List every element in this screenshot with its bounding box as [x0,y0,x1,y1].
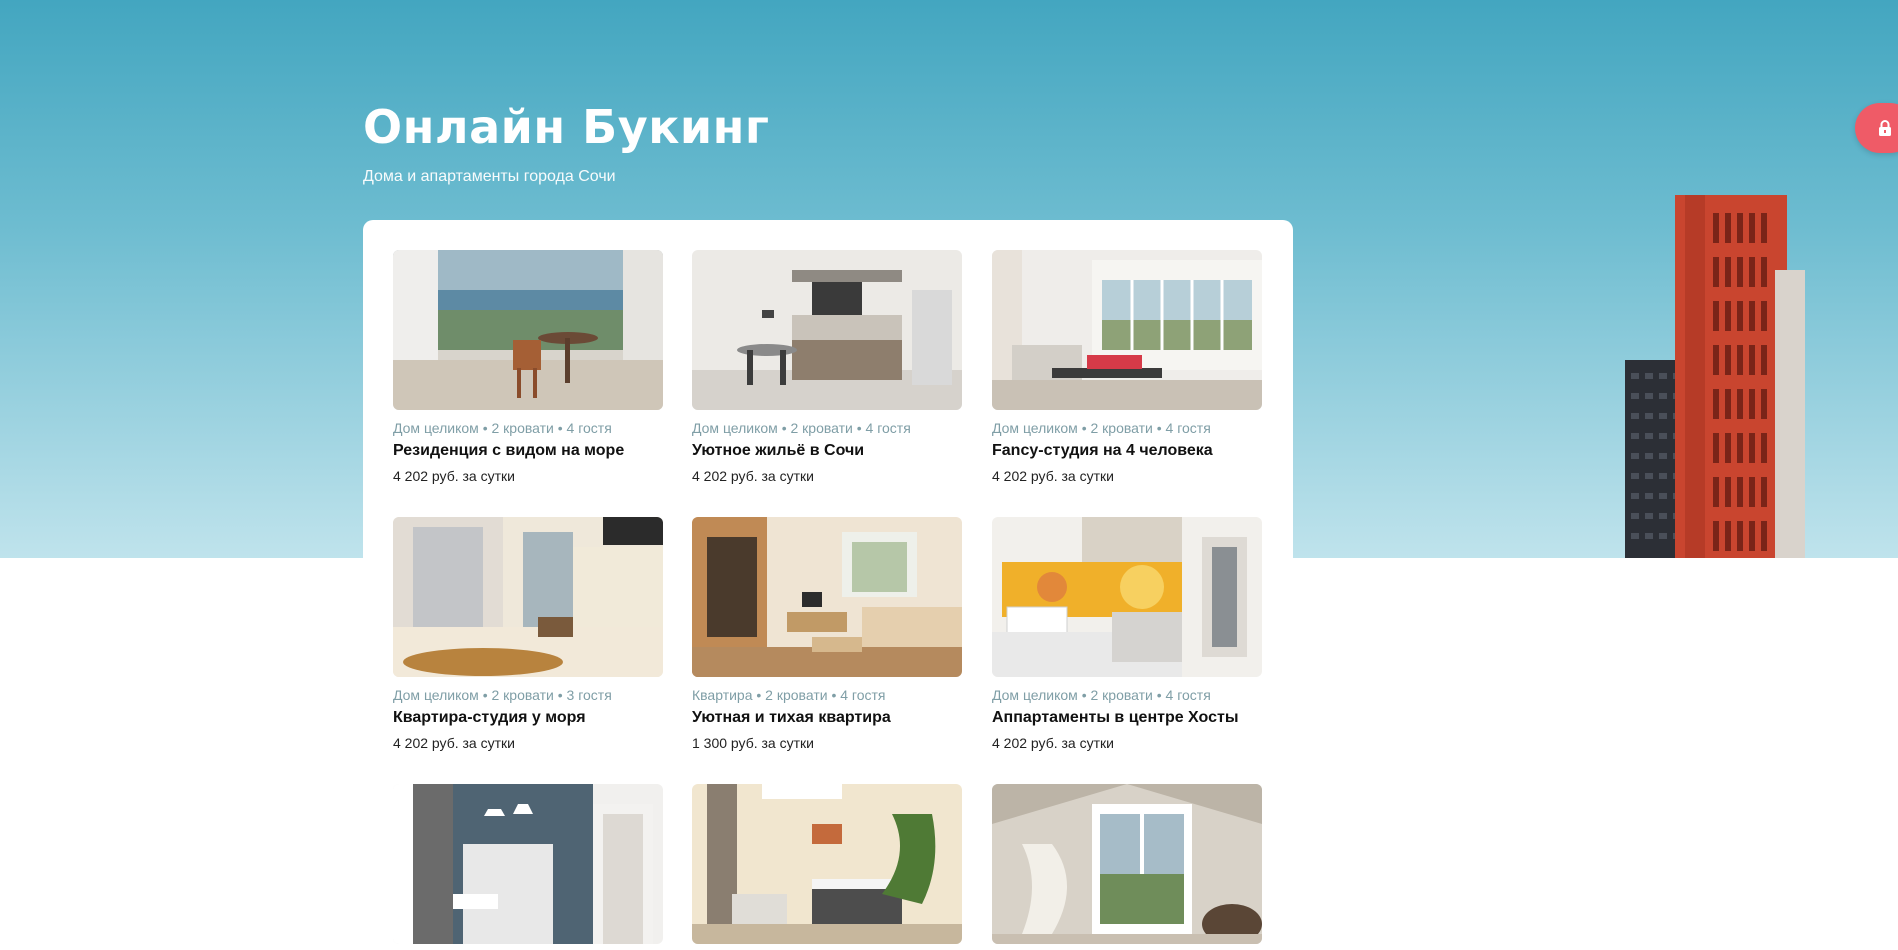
listing-title[interactable]: Квартира-студия у моря [393,709,663,727]
listing-meta: Дом целиком • 2 кровати • 4 гостя [692,420,911,436]
listing-title[interactable]: Аппартаменты в центре Хосты [992,709,1262,727]
listing-photo[interactable] [992,250,1262,410]
building-illustration [1625,195,1805,558]
listing-photo[interactable] [692,250,962,410]
listing-card[interactable]: Дом целиком • 2 кровати • 3 гостя Кварти… [393,517,663,751]
listing-card[interactable]: Квартира • 2 кровати • 4 гостя Уютная и … [692,517,962,751]
lock-icon [1879,120,1891,136]
listing-title[interactable]: Уютное жильё в Сочи [692,442,962,460]
listing-title[interactable]: Fancy-студия на 4 человека [992,442,1262,460]
listing-photo[interactable] [692,784,962,944]
listing-card[interactable]: Дом целиком • 2 кровати • 4 гостя Резиде… [393,250,663,484]
listing-card[interactable] [692,784,962,944]
listing-card[interactable]: Дом целиком • 2 кровати • 4 гостя Fancy-… [992,250,1262,484]
listing-photo[interactable] [692,517,962,677]
listing-price: 4 202 руб. за сутки [393,735,515,751]
listing-card[interactable]: Дом целиком • 2 кровати • 4 гостя Аппарт… [992,517,1262,751]
listing-title[interactable]: Резиденция с видом на море [393,442,663,460]
lock-button[interactable] [1855,103,1898,153]
listing-price: 4 202 руб. за сутки [992,735,1114,751]
listing-price: 4 202 руб. за сутки [992,468,1114,484]
listing-card[interactable] [992,784,1262,944]
page-title: Онлайн Букинг [363,100,770,154]
listing-price: 1 300 руб. за сутки [692,735,814,751]
brand-block: Онлайн Букинг Дома и апартаменты города … [363,100,769,186]
listing-photo[interactable] [393,250,663,410]
listing-meta: Дом целиком • 2 кровати • 4 гостя [992,420,1211,436]
listing-photo[interactable] [393,784,663,944]
listing-photo[interactable] [393,517,663,677]
listing-meta: Дом целиком • 2 кровати • 4 гостя [992,687,1211,703]
listing-meta: Дом целиком • 2 кровати • 4 гостя [393,420,612,436]
listing-photo[interactable] [992,517,1262,677]
page-subtitle: Дома и апартаменты города Сочи [363,168,616,185]
listing-photo[interactable] [992,784,1262,944]
listing-meta: Дом целиком • 2 кровати • 3 гостя [393,687,612,703]
listing-card[interactable] [393,784,663,944]
listing-card[interactable]: Дом целиком • 2 кровати • 4 гостя Уютное… [692,250,962,484]
listing-price: 4 202 руб. за сутки [692,468,814,484]
listing-title[interactable]: Уютная и тихая квартира [692,709,962,727]
listing-price: 4 202 руб. за сутки [393,468,515,484]
listing-meta: Квартира • 2 кровати • 4 гостя [692,687,886,703]
